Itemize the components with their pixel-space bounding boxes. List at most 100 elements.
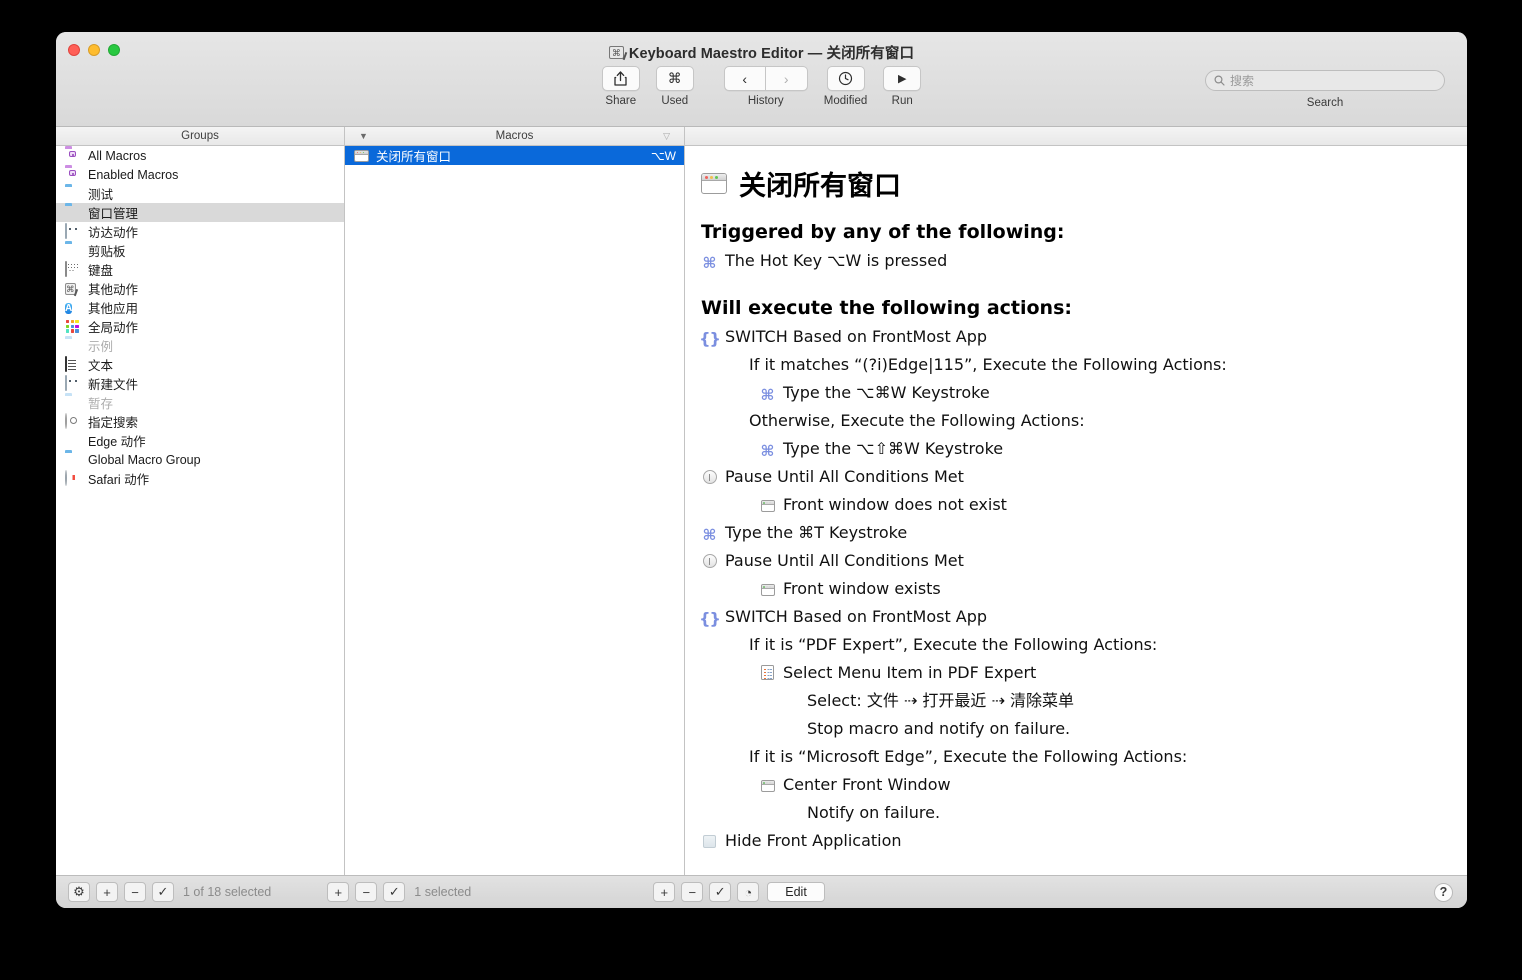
macros-list[interactable]: 关闭所有窗口 ⌥W <box>345 146 685 875</box>
groups-list[interactable]: All Macros Enabled Macros 测试 窗口管理访达动作 剪贴板键盘 ⌘… <box>56 146 345 875</box>
line-text: Stop macro and notify on failure. <box>807 719 1071 738</box>
share-button[interactable] <box>601 66 640 91</box>
search-input[interactable]: 搜索 <box>1205 70 1445 91</box>
plus-icon: + <box>334 884 343 900</box>
action-line[interactable]: Center Front Window <box>759 771 1451 799</box>
edit-button[interactable]: Edit <box>767 882 825 902</box>
search-icon <box>1214 75 1225 86</box>
plus-button[interactable]: + <box>327 882 350 902</box>
clock-icon <box>838 71 853 86</box>
used-button[interactable]: ⌘ <box>655 66 694 91</box>
used-label: Used <box>661 95 689 107</box>
run-button[interactable]: ▶ <box>883 66 922 91</box>
group-list-item[interactable]: Enabled Macros <box>56 165 344 184</box>
action-line[interactable]: Stop macro and notify on failure. <box>783 715 1451 743</box>
group-item-label: 键盘 <box>88 264 114 278</box>
action-line[interactable]: Front window exists <box>759 575 1451 603</box>
history-back-button[interactable]: ‹ <box>723 66 766 91</box>
action-line[interactable]: Select Menu Item in PDF Expert <box>759 659 1451 687</box>
group-list-item[interactable]: 指定搜索 <box>56 412 344 431</box>
group-list-item[interactable]: 剪贴板 <box>56 241 344 260</box>
group-list-item[interactable]: Edge 动作 <box>56 431 344 450</box>
group-list-item[interactable]: 全局动作 <box>56 317 344 336</box>
macro-title-row: 关闭所有窗口 <box>701 164 1451 203</box>
action-line[interactable]: If it matches “(?i)Edge|115”, Execute th… <box>725 351 1451 379</box>
toolbar-modified[interactable]: Modified <box>824 66 867 107</box>
group-list-item[interactable]: 文本 <box>56 355 344 374</box>
group-list-item[interactable]: 访达动作 <box>56 222 344 241</box>
group-list-item[interactable]: ⌘ 其他动作 <box>56 279 344 298</box>
plus-button[interactable]: + <box>96 882 118 902</box>
action-line[interactable]: Hide Front Application <box>701 827 1451 855</box>
window-icon <box>354 149 369 162</box>
group-list-item[interactable]: All Macros <box>56 146 344 165</box>
action-line[interactable]: ⌘ Type the ⌘T Keystroke <box>701 519 1451 547</box>
group-list-item[interactable]: 窗口管理 <box>56 203 344 222</box>
toolbar-history[interactable]: ‹ › History <box>723 66 808 107</box>
action-line[interactable]: ⌘ Type the ⌥⇧⌘W Keystroke <box>759 435 1451 463</box>
toolbar-share[interactable]: Share <box>601 66 640 107</box>
group-list-item[interactable]: Safari 动作 <box>56 469 344 488</box>
group-list-item[interactable]: A 其他应用 <box>56 298 344 317</box>
action-line[interactable]: Front window does not exist <box>759 491 1451 519</box>
check-button[interactable]: ✓ <box>709 882 732 902</box>
minus-icon: − <box>688 884 697 900</box>
plus-button[interactable]: + <box>653 882 676 902</box>
window-title: ⌘ Keyboard Maestro Editor — 关闭所有窗口 <box>56 42 1467 63</box>
action-line[interactable]: Notify on failure. <box>783 799 1451 827</box>
app-window: ⌘ Keyboard Maestro Editor — 关闭所有窗口 Share… <box>56 32 1467 908</box>
group-list-item[interactable]: 示例 <box>56 336 344 355</box>
action-line[interactable]: Otherwise, Execute the Following Actions… <box>725 407 1451 435</box>
action-line[interactable]: Select: 文件 ⇢ 打开最近 ⇢ 清除菜单 <box>783 687 1451 715</box>
groups-status-text: 1 of 18 selected <box>183 885 272 899</box>
window-small-icon <box>759 780 776 792</box>
action-line[interactable]: ⌘ Type the ⌥⌘W Keystroke <box>759 379 1451 407</box>
modified-button[interactable] <box>826 66 865 91</box>
group-list-item[interactable]: 新建文件 <box>56 374 344 393</box>
group-list-item[interactable]: 键盘 <box>56 260 344 279</box>
groups-column-header[interactable]: Groups <box>56 127 345 146</box>
check-button[interactable]: ✓ <box>383 882 406 902</box>
check-icon: ✓ <box>388 884 400 899</box>
group-list-item[interactable]: 测试 <box>56 184 344 203</box>
history-forward-button[interactable]: › <box>765 66 808 91</box>
macros-column-header[interactable]: ▼ Macros ▽ <box>345 127 685 146</box>
blue-folder-icon <box>65 452 81 467</box>
check-button[interactable]: ✓ <box>152 882 174 902</box>
action-line[interactable]: {} SWITCH Based on FrontMost App <box>699 603 1451 631</box>
minus-button[interactable]: − <box>124 882 146 902</box>
line-text: Pause Until All Conditions Met <box>725 467 964 486</box>
group-list-item[interactable]: Global Macro Group <box>56 450 344 469</box>
window-small-icon <box>759 500 776 512</box>
app-store-icon: A <box>65 303 73 314</box>
pause-icon <box>701 554 718 568</box>
actions-list: {} SWITCH Based on FrontMost App If it mat… <box>699 323 1451 855</box>
minus-icon: − <box>362 884 371 900</box>
help-button[interactable]: ? <box>1434 882 1453 902</box>
action-line[interactable]: {} SWITCH Based on FrontMost App <box>699 323 1451 351</box>
title-bar: ⌘ Keyboard Maestro Editor — 关闭所有窗口 Share… <box>56 32 1467 127</box>
toolbar-used[interactable]: ⌘ Used <box>655 66 694 107</box>
group-item-label: 访达动作 <box>88 226 139 240</box>
search-placeholder: 搜索 <box>1230 74 1255 88</box>
macro-list-item[interactable]: 关闭所有窗口 ⌥W <box>345 146 684 165</box>
trigger-line[interactable]: ⌘ The Hot Key ⌥W is pressed <box>701 247 1451 275</box>
group-list-item[interactable]: 暂存 <box>56 393 344 412</box>
purple-folder-icon <box>65 148 81 163</box>
action-line[interactable]: Pause Until All Conditions Met <box>701 547 1451 575</box>
gear-button[interactable]: ⚙ <box>68 882 90 902</box>
page-title: 关闭所有窗口 <box>739 171 901 202</box>
clock-button[interactable]: ◔ <box>737 882 760 902</box>
hide-app-icon <box>701 835 718 848</box>
action-line[interactable]: If it is “Microsoft Edge”, Execute the F… <box>725 743 1451 771</box>
plus-icon: + <box>103 884 111 900</box>
action-line[interactable]: If it is “PDF Expert”, Execute the Follo… <box>725 631 1451 659</box>
sort-descending-icon[interactable]: ▼ <box>359 131 368 141</box>
actions-controls: + − ✓ ◔ <box>653 882 760 902</box>
action-line[interactable]: Pause Until All Conditions Met <box>701 463 1451 491</box>
toolbar-run[interactable]: ▶ Run <box>883 66 922 107</box>
sort-ascending-icon[interactable]: ▽ <box>663 131 670 142</box>
play-icon: ▶ <box>898 73 907 85</box>
minus-button[interactable]: − <box>355 882 378 902</box>
minus-button[interactable]: − <box>681 882 704 902</box>
